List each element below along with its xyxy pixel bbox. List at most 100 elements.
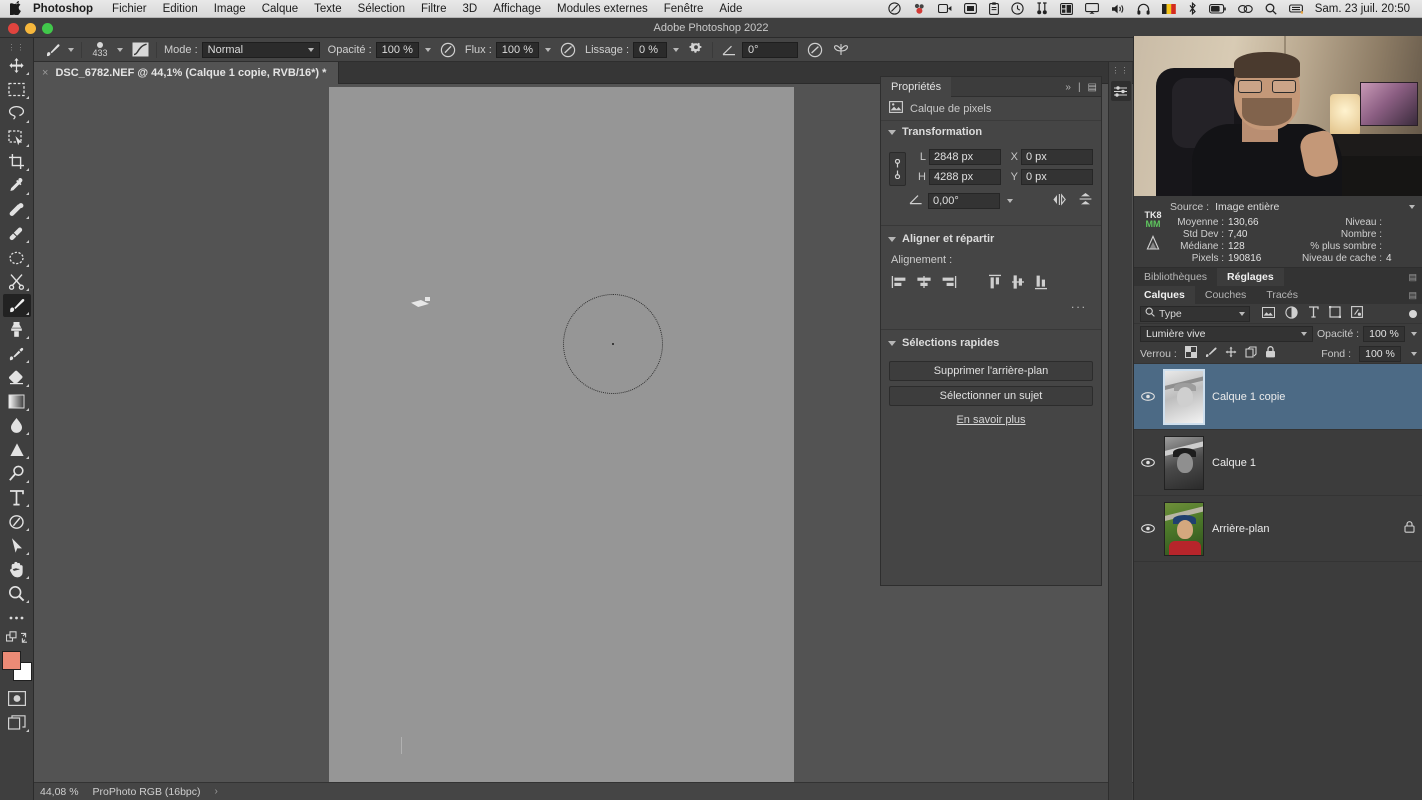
lasso-tool[interactable] bbox=[3, 102, 31, 125]
symmetry-button[interactable] bbox=[828, 38, 854, 62]
align-center-horizontal-icon[interactable] bbox=[916, 275, 932, 292]
tab-couches[interactable]: Couches bbox=[1195, 286, 1256, 304]
menu-item-modules-externes[interactable]: Modules externes bbox=[549, 3, 656, 15]
menu-item-fichier[interactable]: Fichier bbox=[104, 3, 155, 15]
brush-picker-caret[interactable] bbox=[117, 47, 123, 52]
layer-visibility-toggle[interactable] bbox=[1140, 524, 1156, 533]
clipboard-icon[interactable] bbox=[983, 2, 1005, 15]
crop-tool[interactable] bbox=[3, 150, 31, 173]
close-button[interactable] bbox=[8, 22, 19, 34]
columns-icon[interactable] bbox=[1054, 2, 1079, 15]
filter-enable-toggle[interactable] bbox=[1409, 309, 1417, 318]
source-select[interactable]: Image entière bbox=[1215, 201, 1419, 213]
current-tool-preset[interactable] bbox=[40, 38, 78, 62]
toolbar-grip[interactable]: ⋮⋮ bbox=[0, 40, 34, 54]
controlcenter-icon[interactable] bbox=[1283, 3, 1309, 14]
eye-icon[interactable] bbox=[1232, 4, 1259, 14]
screen-record-icon[interactable] bbox=[932, 3, 958, 14]
dodge-tool[interactable] bbox=[3, 438, 31, 461]
align-more-options[interactable]: ... bbox=[889, 295, 1093, 315]
tab-calques[interactable]: Calques bbox=[1134, 286, 1195, 304]
lock-all-icon[interactable] bbox=[1265, 346, 1276, 361]
color-swatches[interactable] bbox=[1, 651, 32, 681]
filter-shape-icon[interactable] bbox=[1328, 305, 1342, 321]
airplay-icon[interactable] bbox=[1079, 3, 1105, 14]
align-left-icon[interactable] bbox=[891, 275, 907, 292]
color-profile[interactable]: ProPhoto RGB (16bpc) bbox=[93, 786, 201, 798]
layer-visibility-toggle[interactable] bbox=[1140, 458, 1156, 467]
quick-mask-toggle[interactable] bbox=[3, 687, 31, 710]
menu-item-texte[interactable]: Texte bbox=[306, 3, 350, 15]
minimize-button[interactable] bbox=[25, 22, 36, 34]
search-tool-icon[interactable] bbox=[1030, 2, 1054, 15]
smoothing-options-button[interactable] bbox=[683, 38, 709, 62]
lock-image-icon[interactable] bbox=[1205, 346, 1217, 361]
hand-tool[interactable] bbox=[3, 558, 31, 581]
zoom-button[interactable] bbox=[42, 22, 53, 34]
brush-size-picker[interactable]: 433 bbox=[85, 38, 127, 62]
zoom-tool[interactable] bbox=[3, 582, 31, 605]
layer-thumbnail[interactable] bbox=[1163, 368, 1205, 425]
tab-proprietes[interactable]: Propriétés bbox=[881, 76, 952, 97]
transform-section-header[interactable]: Transformation bbox=[881, 121, 1101, 143]
angle-input[interactable]: 0° bbox=[742, 41, 799, 58]
history-brush-upper[interactable] bbox=[3, 222, 31, 245]
foreground-color-swatch[interactable] bbox=[1, 651, 21, 670]
layer-thumbnail[interactable] bbox=[1164, 435, 1204, 490]
dropbox-icon[interactable] bbox=[882, 2, 907, 15]
layer-name[interactable]: Calque 1 copie bbox=[1212, 391, 1285, 403]
panel-menu-icon[interactable]: ▤ bbox=[1088, 82, 1097, 93]
adjustments-sliders-icon[interactable] bbox=[1110, 81, 1131, 101]
flow-caret[interactable] bbox=[544, 47, 551, 52]
learn-more-link[interactable]: En savoir plus bbox=[889, 411, 1093, 426]
display-icon[interactable] bbox=[958, 3, 983, 14]
layer-row-calque-1[interactable]: Calque 1 bbox=[1134, 430, 1422, 496]
healing-brush-tool[interactable] bbox=[3, 198, 31, 221]
lock-artboard-icon[interactable] bbox=[1245, 346, 1257, 361]
cleanmymac-icon[interactable] bbox=[907, 2, 932, 15]
double-chevron-right-icon[interactable]: » bbox=[1065, 82, 1071, 93]
menu-item-affichage[interactable]: Affichage bbox=[485, 3, 549, 15]
zoom-level[interactable]: 44,08 % bbox=[40, 786, 79, 798]
lock-transparency-icon[interactable] bbox=[1184, 346, 1197, 361]
airbrush-button[interactable] bbox=[555, 38, 581, 62]
gradient-tool[interactable] bbox=[3, 390, 31, 413]
document-tab[interactable]: × DSC_6782.NEF @ 44,1% (Calque 1 copie, … bbox=[34, 62, 340, 84]
menu-item-filtre[interactable]: Filtre bbox=[413, 3, 455, 15]
pressure-opacity-button[interactable] bbox=[435, 38, 461, 62]
filter-smart-icon[interactable] bbox=[1351, 306, 1363, 321]
angle-input[interactable]: 0,00° bbox=[928, 192, 1000, 209]
close-icon[interactable]: × bbox=[42, 67, 48, 79]
apple-icon[interactable] bbox=[0, 0, 33, 17]
link-aspect-icon[interactable] bbox=[889, 152, 906, 186]
layer-row-calque-1-copie[interactable]: Calque 1 copie bbox=[1134, 364, 1422, 430]
width-input[interactable]: 2848 px bbox=[929, 149, 1001, 165]
layer-filter-type-select[interactable]: Type bbox=[1140, 305, 1250, 322]
align-section-header[interactable]: Aligner et répartir bbox=[881, 228, 1101, 250]
menu-item-image[interactable]: Image bbox=[206, 3, 254, 15]
document-canvas[interactable] bbox=[329, 87, 794, 789]
quick-actions-section-header[interactable]: Sélections rapides bbox=[881, 332, 1101, 354]
opacity-caret[interactable] bbox=[424, 47, 431, 52]
panel-menu-icon[interactable]: ▤ bbox=[1408, 290, 1422, 301]
timemachine-icon[interactable] bbox=[1005, 2, 1030, 15]
align-top-icon[interactable] bbox=[988, 274, 1002, 293]
panel-menu-icon[interactable]: ▤ bbox=[1408, 272, 1422, 283]
menu-item-aide[interactable]: Aide bbox=[711, 3, 750, 15]
menu-item-edition[interactable]: Edition bbox=[155, 3, 206, 15]
eraser-tool[interactable] bbox=[3, 366, 31, 389]
swap-default-colors[interactable] bbox=[3, 630, 31, 646]
menu-item-calque[interactable]: Calque bbox=[254, 3, 306, 15]
align-bottom-icon[interactable] bbox=[1034, 274, 1048, 293]
angle-caret[interactable] bbox=[1007, 198, 1013, 203]
align-middle-vertical-icon[interactable] bbox=[1011, 274, 1025, 293]
opacity-input[interactable]: 100 % bbox=[375, 41, 419, 58]
menubar-clock[interactable]: Sam. 23 juil. 20:50 bbox=[1309, 3, 1422, 15]
lock-position-icon[interactable] bbox=[1225, 346, 1237, 361]
select-subject-button[interactable]: Sélectionner un sujet bbox=[889, 386, 1093, 406]
eyedropper-tool[interactable] bbox=[3, 174, 31, 197]
move-tool[interactable] bbox=[3, 54, 31, 77]
layer-name[interactable]: Arrière-plan bbox=[1212, 523, 1269, 535]
webcam-video-overlay[interactable] bbox=[1134, 36, 1422, 196]
type-tool[interactable] bbox=[3, 486, 31, 509]
